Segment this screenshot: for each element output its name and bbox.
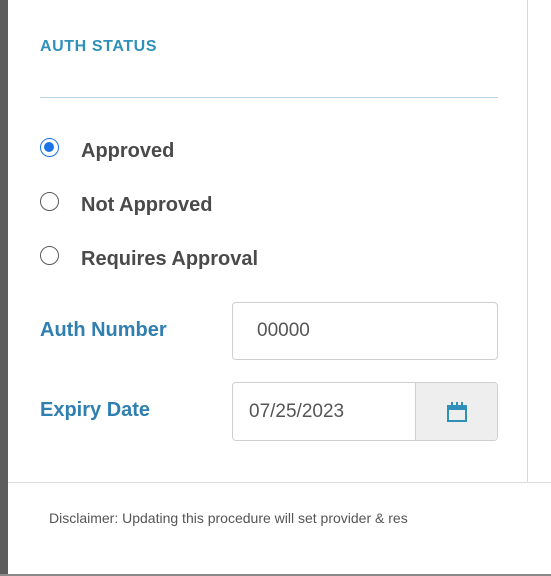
- expiry-date-input[interactable]: [233, 383, 416, 440]
- radio-button-requires-approval[interactable]: [40, 245, 59, 265]
- section-divider: [40, 97, 498, 98]
- auth-panel: AUTH STATUS Approved Not Approved Requir…: [0, 0, 551, 576]
- radio-button-not-approved[interactable]: [40, 191, 59, 211]
- radio-requires-approval[interactable]: Requires Approval: [40, 243, 258, 270]
- radio-button-approved[interactable]: [40, 137, 59, 157]
- calendar-icon: [446, 401, 467, 422]
- auth-number-label: Auth Number: [40, 319, 167, 341]
- footer-divider: [8, 482, 551, 483]
- radio-not-approved[interactable]: Not Approved: [40, 189, 212, 216]
- expiry-date-label: Expiry Date: [40, 399, 151, 421]
- radio-label-approved: Approved: [81, 139, 175, 162]
- section-title: AUTH STATUS: [40, 38, 158, 55]
- expiry-date-picker: [232, 382, 498, 441]
- calendar-button[interactable]: [416, 383, 497, 440]
- radio-approved[interactable]: Approved: [40, 135, 174, 162]
- auth-number-input[interactable]: [232, 302, 498, 360]
- radio-label-requires-approval: Requires Approval: [81, 247, 259, 270]
- disclaimer-text: Disclaimer: Updating this procedure will…: [49, 510, 408, 526]
- radio-label-not-approved: Not Approved: [81, 193, 213, 216]
- panel-left-border: [0, 0, 8, 576]
- column-divider: [527, 0, 528, 482]
